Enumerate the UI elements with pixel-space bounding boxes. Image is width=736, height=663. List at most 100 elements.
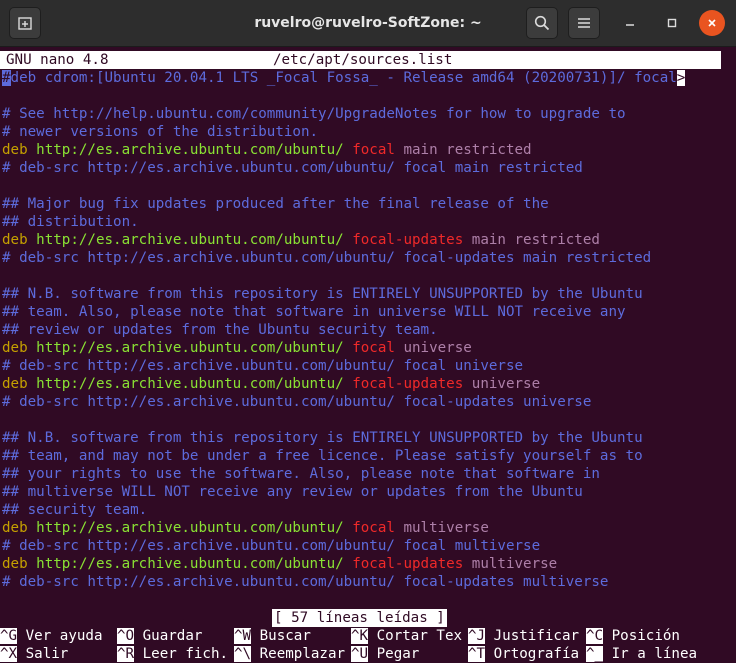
line-text: # newer versions of the distribution. xyxy=(2,124,319,140)
editor-line[interactable]: # deb-src http://es.archive.ubuntu.com/u… xyxy=(2,393,736,411)
editor-line[interactable]: ## team. Also, please note that software… xyxy=(2,303,736,321)
shortcut-guardar[interactable]: ^O Guardar xyxy=(117,627,202,645)
editor-line[interactable]: ## multiverse WILL NOT receive any revie… xyxy=(2,483,736,501)
shortcut-salir[interactable]: ^X Salir xyxy=(0,645,68,663)
shortcut-reemplazar[interactable]: ^\ Reemplazar xyxy=(234,645,345,663)
line-text: http://es.archive.ubuntu.com/ubuntu/ xyxy=(36,142,344,158)
line-text: ## distribution. xyxy=(2,214,139,230)
editor-line[interactable]: deb http://es.archive.ubuntu.com/ubuntu/… xyxy=(2,141,736,159)
maximize-icon xyxy=(667,18,677,28)
close-icon xyxy=(708,19,716,27)
editor-line[interactable]: # deb-src http://es.archive.ubuntu.com/u… xyxy=(2,159,736,177)
line-text: ## your rights to use the software. Also… xyxy=(2,466,600,482)
terminal-window: ruvelro@ruvelro-SoftZone: ~ GNU nano 4.8… xyxy=(0,0,736,663)
editor-line[interactable]: # See http://help.ubuntu.com/community/U… xyxy=(2,105,736,123)
shortcut-label: Ortografía xyxy=(485,646,580,662)
editor-line[interactable]: deb http://es.archive.ubuntu.com/ubuntu/… xyxy=(2,555,736,573)
editor-line[interactable] xyxy=(2,267,736,285)
menu-button[interactable] xyxy=(568,7,600,39)
editor-line[interactable]: # deb-src http://es.archive.ubuntu.com/u… xyxy=(2,249,736,267)
new-tab-icon xyxy=(18,17,32,30)
line-text: deb xyxy=(2,340,37,356)
line-text: http://es.archive.ubuntu.com/ubuntu/ xyxy=(36,340,344,356)
editor-line[interactable]: ## team, and may not be under a free lic… xyxy=(2,447,736,465)
editor-line[interactable]: deb http://es.archive.ubuntu.com/ubuntu/… xyxy=(2,231,736,249)
editor-line[interactable]: # deb-src http://es.archive.ubuntu.com/u… xyxy=(2,357,736,375)
line-text: http://es.archive.ubuntu.com/ubuntu/ xyxy=(36,232,344,248)
shortcut-key: ^R xyxy=(117,646,135,662)
shortcut-label: Salir xyxy=(17,646,69,662)
line-text: http://es.archive.ubuntu.com/ubuntu/ xyxy=(36,556,344,572)
line-text: universe xyxy=(394,340,472,356)
editor-line[interactable] xyxy=(2,177,736,195)
editor-line[interactable]: deb http://es.archive.ubuntu.com/ubuntu/… xyxy=(2,375,736,393)
shortcut-label: Pegar xyxy=(368,646,420,662)
maximize-button[interactable] xyxy=(659,10,685,36)
shortcut-buscar[interactable]: ^W Buscar xyxy=(234,627,311,645)
shortcut-label: Posición xyxy=(603,628,680,644)
close-button[interactable] xyxy=(699,10,725,36)
shortcut-label: Buscar xyxy=(251,628,311,644)
line-text: ## team. Also, please note that software… xyxy=(2,304,626,320)
search-button[interactable] xyxy=(526,7,558,39)
shortcut-ortografía[interactable]: ^T Ortografía xyxy=(468,645,579,663)
editor-line[interactable]: ## your rights to use the software. Also… xyxy=(2,465,736,483)
line-text: ## multiverse WILL NOT receive any revie… xyxy=(2,484,583,500)
editor-line[interactable]: ## Major bug fix updates produced after … xyxy=(2,195,736,213)
shortcut-pegar[interactable]: ^U Pegar xyxy=(351,645,419,663)
shortcut-key: ^_ xyxy=(586,646,604,662)
line-text: ## team, and may not be under a free lic… xyxy=(2,448,643,464)
shortcut-posición[interactable]: ^C Posición xyxy=(586,627,680,645)
nano-version: GNU nano 4.8 xyxy=(6,52,109,68)
shortcut-ir-a-línea[interactable]: ^_ Ir a línea xyxy=(586,645,697,663)
line-text: main restricted xyxy=(463,232,600,248)
new-tab-button[interactable] xyxy=(9,7,41,39)
minimize-icon xyxy=(626,24,634,26)
line-text: ## review or updates from the Ubuntu sec… xyxy=(2,322,438,338)
shortcut-label: Justificar xyxy=(485,628,580,644)
shortcut-key: ^C xyxy=(586,628,604,644)
line-truncated-marker: > xyxy=(676,70,686,86)
line-text: http://es.archive.ubuntu.com/ubuntu/ xyxy=(36,520,344,536)
shortcut-key: ^G xyxy=(0,628,18,644)
editor-line[interactable]: ## review or updates from the Ubuntu sec… xyxy=(2,321,736,339)
editor-line[interactable]: deb http://es.archive.ubuntu.com/ubuntu/… xyxy=(2,519,736,537)
shortcut-row-1: ^G Ver ayuda ^O Guardar ^W Buscar ^K Cortar… xyxy=(0,627,736,645)
minimize-button[interactable] xyxy=(617,10,643,36)
line-text: deb xyxy=(2,376,37,392)
editor-line[interactable]: ## distribution. xyxy=(2,213,736,231)
file-name: /etc/apt/sources.list xyxy=(273,52,453,68)
editor-line[interactable]: #deb cdrom:[Ubuntu 20.04.1 LTS _Focal Fo… xyxy=(2,69,736,87)
editor-buffer[interactable]: #deb cdrom:[Ubuntu 20.04.1 LTS _Focal Fo… xyxy=(2,69,736,591)
shortcut-key: ^X xyxy=(0,646,18,662)
status-message: [ 57 líneas leídas ] xyxy=(272,609,447,627)
shortcut-cortar-tex[interactable]: ^K Cortar Tex xyxy=(351,627,462,645)
shortcut-label: Reemplazar xyxy=(251,646,346,662)
shortcut-label: Ir a línea xyxy=(603,646,698,662)
line-text: http://es.archive.ubuntu.com/ubuntu/ xyxy=(36,376,344,392)
line-text: ## Major bug fix updates produced after … xyxy=(2,196,549,212)
line-text: focal-updates xyxy=(343,376,464,392)
editor-line[interactable]: # deb-src http://es.archive.ubuntu.com/u… xyxy=(2,573,736,591)
terminal-area[interactable]: GNU nano 4.8 /etc/apt/sources.list #deb … xyxy=(0,47,736,663)
line-text: deb xyxy=(2,520,37,536)
editor-line[interactable]: # deb-src http://es.archive.ubuntu.com/u… xyxy=(2,537,736,555)
line-text: multiverse xyxy=(463,556,558,572)
editor-line[interactable] xyxy=(2,411,736,429)
editor-line[interactable]: ## N.B. software from this repository is… xyxy=(2,285,736,303)
line-text: main restricted xyxy=(394,142,532,158)
editor-line[interactable] xyxy=(2,87,736,105)
line-text: deb cdrom:[Ubuntu 20.04.1 LTS _Focal Fos… xyxy=(10,70,677,86)
shortcut-leer-fich-[interactable]: ^R Leer fich. xyxy=(117,645,228,663)
shortcut-key: ^O xyxy=(117,628,135,644)
editor-line[interactable]: # newer versions of the distribution. xyxy=(2,123,736,141)
editor-line[interactable]: ## security team. xyxy=(2,501,736,519)
editor-line[interactable]: deb http://es.archive.ubuntu.com/ubuntu/… xyxy=(2,339,736,357)
line-text: deb xyxy=(2,556,37,572)
shortcut-justificar[interactable]: ^J Justificar xyxy=(468,627,579,645)
search-icon xyxy=(534,15,550,31)
shortcut-ver-ayuda[interactable]: ^G Ver ayuda xyxy=(0,627,103,645)
editor-line[interactable]: ## N.B. software from this repository is… xyxy=(2,429,736,447)
line-text: focal-updates xyxy=(343,232,464,248)
shortcut-label: Leer fich. xyxy=(134,646,229,662)
